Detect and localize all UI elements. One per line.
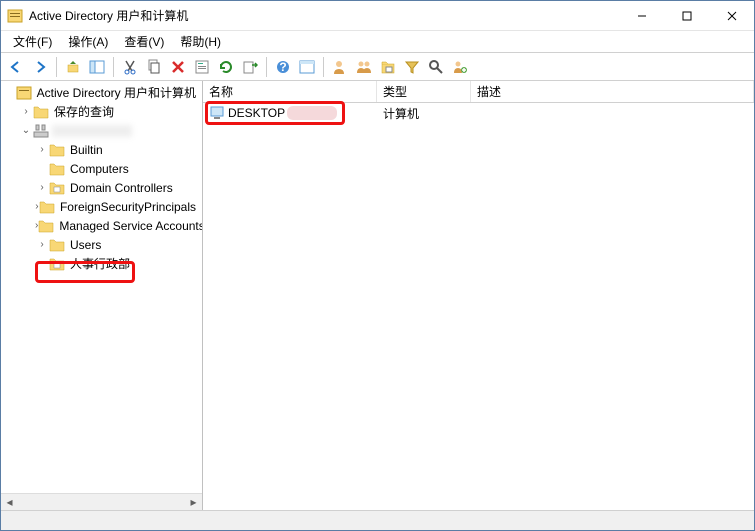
new-ou-button[interactable] [377, 56, 399, 78]
tree-pane: Active Directory 用户和计算机 › 保存的查询 ⌄ › Buil… [1, 81, 203, 510]
tree-label: 保存的查询 [52, 102, 116, 121]
search-button[interactable] [425, 56, 447, 78]
list-header: 名称 类型 描述 [203, 81, 754, 103]
tree-label: Managed Service Accounts [57, 218, 202, 234]
find-button[interactable] [296, 56, 318, 78]
folder-icon [39, 199, 55, 215]
tree-users[interactable]: › Users [1, 235, 202, 254]
folder-icon [49, 237, 65, 253]
menu-file[interactable]: 文件(F) [5, 31, 60, 52]
tree-hr-ou[interactable]: 人事行政部 [1, 254, 202, 273]
delete-button[interactable] [167, 56, 189, 78]
refresh-button[interactable] [215, 56, 237, 78]
tree-root[interactable]: Active Directory 用户和计算机 [1, 83, 202, 102]
tree-builtin[interactable]: › Builtin [1, 140, 202, 159]
scroll-right-icon[interactable]: ▸ [185, 495, 202, 510]
list-item-type: 计算机 [383, 105, 419, 122]
folder-icon [49, 142, 65, 158]
status-bar [1, 510, 754, 530]
menu-action[interactable]: 操作(A) [60, 31, 116, 52]
list-body[interactable]: DESKTOP 计算机 [203, 103, 754, 510]
tree-label: Users [68, 237, 103, 253]
expand-icon[interactable]: › [19, 106, 33, 117]
tree-saved-queries[interactable]: › 保存的查询 [1, 102, 202, 121]
ou-icon [49, 256, 65, 272]
folder-icon [38, 218, 54, 234]
export-button[interactable] [239, 56, 261, 78]
folder-icon [33, 104, 49, 120]
menu-help[interactable]: 帮助(H) [172, 31, 229, 52]
menu-view[interactable]: 查看(V) [116, 31, 172, 52]
tree-msa[interactable]: › Managed Service Accounts [1, 216, 202, 235]
close-button[interactable] [709, 1, 754, 30]
help-button[interactable]: ? [272, 56, 294, 78]
up-button[interactable] [62, 56, 84, 78]
list-item-name: DESKTOP [228, 106, 285, 120]
back-button[interactable] [5, 56, 27, 78]
svg-text:?: ? [279, 60, 286, 74]
tree-label: Builtin [68, 142, 105, 158]
tree-domain[interactable]: ⌄ [1, 121, 202, 140]
new-group-button[interactable] [353, 56, 375, 78]
ad-icon [16, 85, 32, 101]
cut-button[interactable] [119, 56, 141, 78]
show-hide-tree-button[interactable] [86, 56, 108, 78]
window-title: Active Directory 用户和计算机 [29, 7, 619, 24]
properties-button[interactable] [191, 56, 213, 78]
menu-bar: 文件(F) 操作(A) 查看(V) 帮助(H) [1, 31, 754, 53]
tree-label: Domain Controllers [68, 180, 175, 196]
tree-root-label: Active Directory 用户和计算机 [35, 83, 198, 102]
copy-button[interactable] [143, 56, 165, 78]
list-item[interactable]: DESKTOP 计算机 [203, 103, 754, 123]
column-type[interactable]: 类型 [377, 81, 471, 102]
title-bar: Active Directory 用户和计算机 [1, 1, 754, 31]
content-area: Active Directory 用户和计算机 › 保存的查询 ⌄ › Buil… [1, 81, 754, 510]
column-name[interactable]: 名称 [203, 81, 377, 102]
scroll-left-icon[interactable]: ◂ [1, 495, 18, 510]
maximize-button[interactable] [664, 1, 709, 30]
computer-icon [209, 105, 225, 121]
new-user-button[interactable] [329, 56, 351, 78]
tree-fsp[interactable]: › ForeignSecurityPrincipals [1, 197, 202, 216]
list-pane: 名称 类型 描述 DESKTOP 计算机 [203, 81, 754, 510]
domain-icon [33, 123, 49, 139]
forward-button[interactable] [29, 56, 51, 78]
folder-icon [49, 161, 65, 177]
app-icon [7, 8, 23, 24]
tree-label: 人事行政部 [68, 254, 132, 273]
add-to-group-button[interactable] [449, 56, 471, 78]
tree-hscrollbar[interactable]: ◂ ▸ [1, 493, 202, 510]
tree-domain-controllers[interactable]: › Domain Controllers [1, 178, 202, 197]
tree[interactable]: Active Directory 用户和计算机 › 保存的查询 ⌄ › Buil… [1, 81, 202, 493]
expand-icon[interactable]: › [35, 239, 49, 250]
filter-button[interactable] [401, 56, 423, 78]
expand-icon[interactable]: › [35, 144, 49, 155]
toolbar: ? [1, 53, 754, 81]
tree-computers[interactable]: Computers [1, 159, 202, 178]
redacted-icon [287, 106, 337, 120]
tree-label: ForeignSecurityPrincipals [58, 199, 198, 215]
column-desc[interactable]: 描述 [471, 81, 754, 102]
collapse-icon[interactable]: ⌄ [19, 125, 33, 136]
tree-label [52, 125, 132, 137]
tree-label: Computers [68, 161, 131, 177]
expand-icon[interactable]: › [35, 182, 49, 193]
ou-icon [49, 180, 65, 196]
minimize-button[interactable] [619, 1, 664, 30]
